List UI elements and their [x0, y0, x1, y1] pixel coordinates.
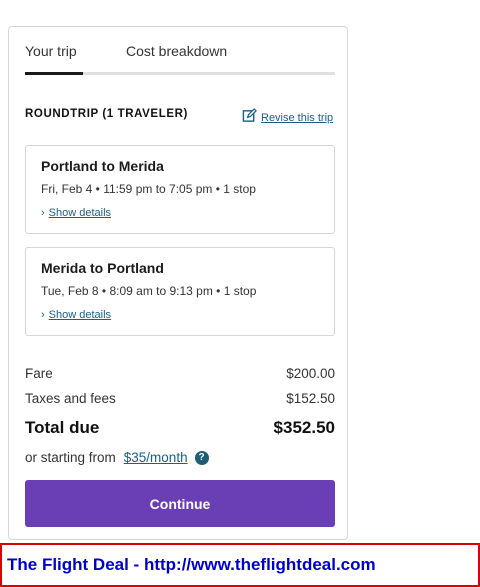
question-circle-icon[interactable]: ? [194, 450, 209, 465]
financing-line: or starting from $35/month ? [25, 450, 209, 465]
revise-trip-link[interactable]: Revise this trip [242, 108, 333, 128]
segment-route: Portland to Merida [41, 158, 164, 174]
segment-times: Fri, Feb 4 • 11:59 pm to 7:05 pm • 1 sto… [41, 182, 256, 196]
taxes-label: Taxes and fees [25, 391, 116, 406]
trip-summary-card: Your trip Cost breakdown ROUNDTRIP (1 TR… [8, 26, 348, 540]
tab-your-trip[interactable]: Your trip [25, 43, 77, 59]
tab-bar: Your trip Cost breakdown [25, 43, 335, 75]
chevron-right-icon: › [41, 308, 45, 321]
continue-button[interactable]: Continue [25, 480, 335, 527]
edit-square-icon [242, 108, 261, 128]
tab-cost-breakdown[interactable]: Cost breakdown [126, 43, 227, 59]
watermark-banner: The Flight Deal - http://www.theflightde… [0, 543, 480, 587]
show-details-toggle[interactable]: › Show details [41, 207, 111, 219]
taxes-value: $152.50 [286, 391, 335, 406]
revise-trip-label[interactable]: Revise this trip [261, 112, 333, 124]
total-value: $352.50 [273, 418, 335, 437]
tab-active-indicator [25, 72, 83, 75]
total-label: Total due [25, 418, 100, 437]
chevron-right-icon: › [41, 206, 45, 219]
roundtrip-heading: ROUNDTRIP (1 TRAVELER) [25, 108, 188, 120]
show-details-toggle[interactable]: › Show details [41, 309, 111, 321]
show-details-label[interactable]: Show details [49, 309, 111, 321]
fare-label: Fare [25, 366, 53, 381]
segment-times: Tue, Feb 8 • 8:09 am to 9:13 pm • 1 stop [41, 284, 257, 298]
monthly-payment-link[interactable]: $35/month [124, 450, 188, 465]
flight-segment-return: Merida to Portland Tue, Feb 8 • 8:09 am … [25, 247, 335, 336]
flight-segment-outbound: Portland to Merida Fri, Feb 4 • 11:59 pm… [25, 145, 335, 234]
fare-value: $200.00 [286, 366, 335, 381]
segment-route: Merida to Portland [41, 260, 164, 276]
show-details-label[interactable]: Show details [49, 207, 111, 219]
financing-prefix: or starting from [25, 450, 116, 465]
